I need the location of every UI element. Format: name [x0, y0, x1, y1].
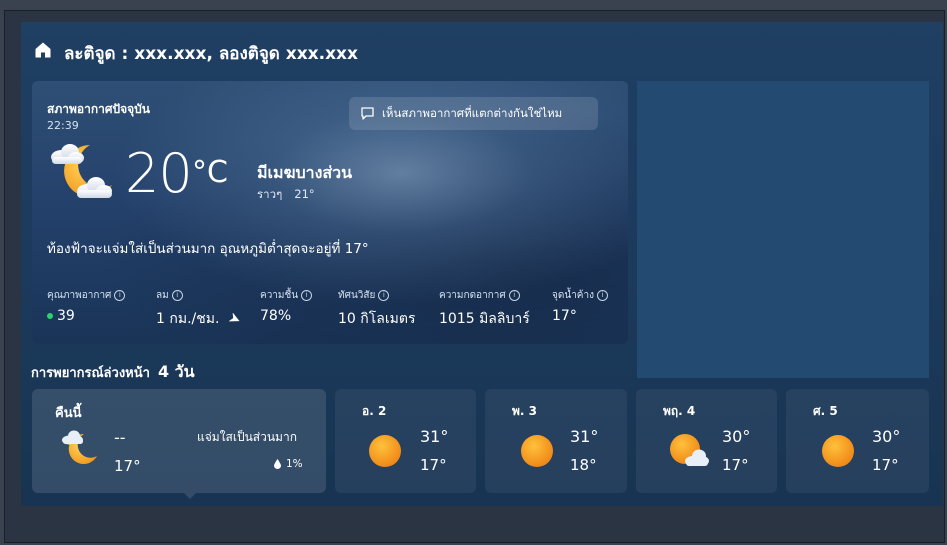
forecast-low: 17° [722, 456, 749, 474]
precipitation-value: 1% [286, 458, 303, 470]
location-bar: ละติจูด : xxx.xxx, ลองติจูด xxx.xxx [21, 22, 943, 76]
weather-summary: ท้องฟ้าจะแจ่มใส่เป็นส่วนมาก อุณหภูมิต่ำส… [47, 241, 369, 257]
detail-pressure[interactable]: ความกดอากาศ i 1015 มิลลิบาร์ [439, 288, 530, 330]
forecast-day-name: ศ. 5 [813, 404, 838, 418]
current-weather-card: สภาพอากาศปัจจุบัน 22:39 เห็นสภาพอากาศที่… [32, 81, 628, 344]
forecast-title: การพยากรณ์ล่วงหน้า 4 วัน [31, 360, 195, 385]
forecast-high: 30° [872, 427, 901, 446]
forecast-condition: แจ่มใสเป็นส่วนมาก [197, 430, 297, 444]
partly-cloudy-night-icon [62, 430, 97, 464]
raindrop-icon [274, 459, 281, 469]
info-icon[interactable]: i [508, 290, 520, 301]
detail-air-quality[interactable]: คุณภาพอากาศ i 39 [47, 288, 126, 324]
visibility-label: ทัศนวิสัย [338, 290, 376, 301]
forecast-low: 17° [872, 456, 899, 474]
selected-indicator [184, 493, 196, 499]
forecast-day-name: อ. 2 [362, 404, 387, 418]
air-quality-value: 39 [57, 308, 75, 324]
wind-label: ลม [156, 290, 169, 301]
feedback-label: เห็นสภาพอากาศที่แตกต่างกันใช่ไหม [382, 105, 563, 120]
info-icon[interactable]: i [301, 290, 313, 301]
feels-like: ราวๆ 21° [257, 186, 315, 204]
forecast-high: 30° [722, 427, 751, 446]
weather-app: ละติจูด : xxx.xxx, ลองติจูด xxx.xxx สภาพ… [21, 22, 943, 506]
forecast-label: การพยากรณ์ล่วงหน้า [31, 366, 150, 381]
chat-icon [361, 107, 374, 120]
forecast-card-day[interactable]: พ. 3 31° 18° [485, 389, 627, 493]
forecast-high: -- [114, 428, 126, 447]
current-weather-label: สภาพอากาศปัจจุบัน [47, 102, 150, 116]
visibility-value: 10 กิโลเมตร [338, 311, 416, 327]
forecast-card-day[interactable]: ศ. 5 30° 17° [786, 389, 929, 493]
precipitation: 1% [274, 458, 303, 470]
wind-value: 1 กม./ชม. [156, 311, 220, 327]
forecast-low: 17° [420, 456, 447, 474]
forecast-card-tonight[interactable]: คืนนี้ -- 17° แจ่มใสเป็นส่วนมาก 1% [32, 389, 326, 499]
pressure-label: ความกดอากาศ [439, 290, 506, 301]
detail-dew-point[interactable]: จุดน้ำค้าง i 17° [552, 288, 608, 324]
info-icon[interactable]: i [114, 290, 126, 301]
aqi-status-dot [47, 313, 53, 319]
current-temperature: 20 [125, 142, 193, 205]
partly-cloudy-night-icon [51, 144, 112, 198]
feels-like-value: 21° [294, 187, 315, 201]
forecast-low: 17° [114, 457, 141, 475]
sun-icon [822, 435, 854, 467]
forecast-high: 31° [570, 427, 599, 446]
pressure-value: 1015 มิลลิบาร์ [439, 311, 530, 327]
forecast-high: 31° [420, 427, 449, 446]
info-icon[interactable]: i [378, 290, 390, 301]
wind-direction-icon [229, 313, 240, 322]
forecast-days-label: 4 วัน [157, 362, 195, 381]
info-icon[interactable]: i [597, 290, 608, 301]
forecast-card-day[interactable]: อ. 2 31° 17° [335, 389, 476, 493]
forecast-day-name: คืนนี้ [55, 406, 82, 421]
sun-icon [521, 435, 553, 467]
forecast-low: 18° [570, 456, 597, 474]
detail-visibility[interactable]: ทัศนวิสัย i 10 กิโลเมตร [338, 288, 415, 330]
humidity-label: ความชื้น [260, 290, 299, 301]
partly-sunny-icon [670, 434, 709, 466]
feedback-button[interactable]: เห็นสภาพอากาศที่แตกต่างกันใช่ไหม [349, 97, 598, 130]
dew-point-value: 17° [552, 308, 577, 324]
current-time: 22:39 [47, 119, 79, 132]
feels-like-label: ราวๆ [257, 187, 283, 201]
location-title: ละติจูด : xxx.xxx, ลองติจูด xxx.xxx [64, 44, 358, 64]
sun-icon [369, 435, 401, 467]
dew-point-label: จุดน้ำค้าง [552, 290, 594, 301]
weather-details: คุณภาพอากาศ i 39 ลม i 1 กม./ชม. ความชื้น i … [47, 288, 617, 328]
forecast-day-name: พ. 3 [512, 404, 537, 418]
detail-humidity[interactable]: ความชื้น i 78% [260, 288, 313, 324]
home-icon[interactable] [34, 41, 52, 59]
info-icon[interactable]: i [171, 290, 183, 301]
humidity-value: 78% [260, 308, 292, 324]
temperature-unit[interactable]: °C [192, 153, 228, 193]
air-quality-label: คุณภาพอากาศ [47, 290, 112, 301]
detail-wind[interactable]: ลม i 1 กม./ชม. [156, 288, 241, 330]
forecast-card-day[interactable]: พฤ. 4 30° 17° [636, 389, 777, 493]
current-condition: มีเมฆบางส่วน [257, 163, 353, 182]
forecast-day-name: พฤ. 4 [663, 404, 696, 418]
weather-map-panel[interactable] [637, 81, 929, 378]
